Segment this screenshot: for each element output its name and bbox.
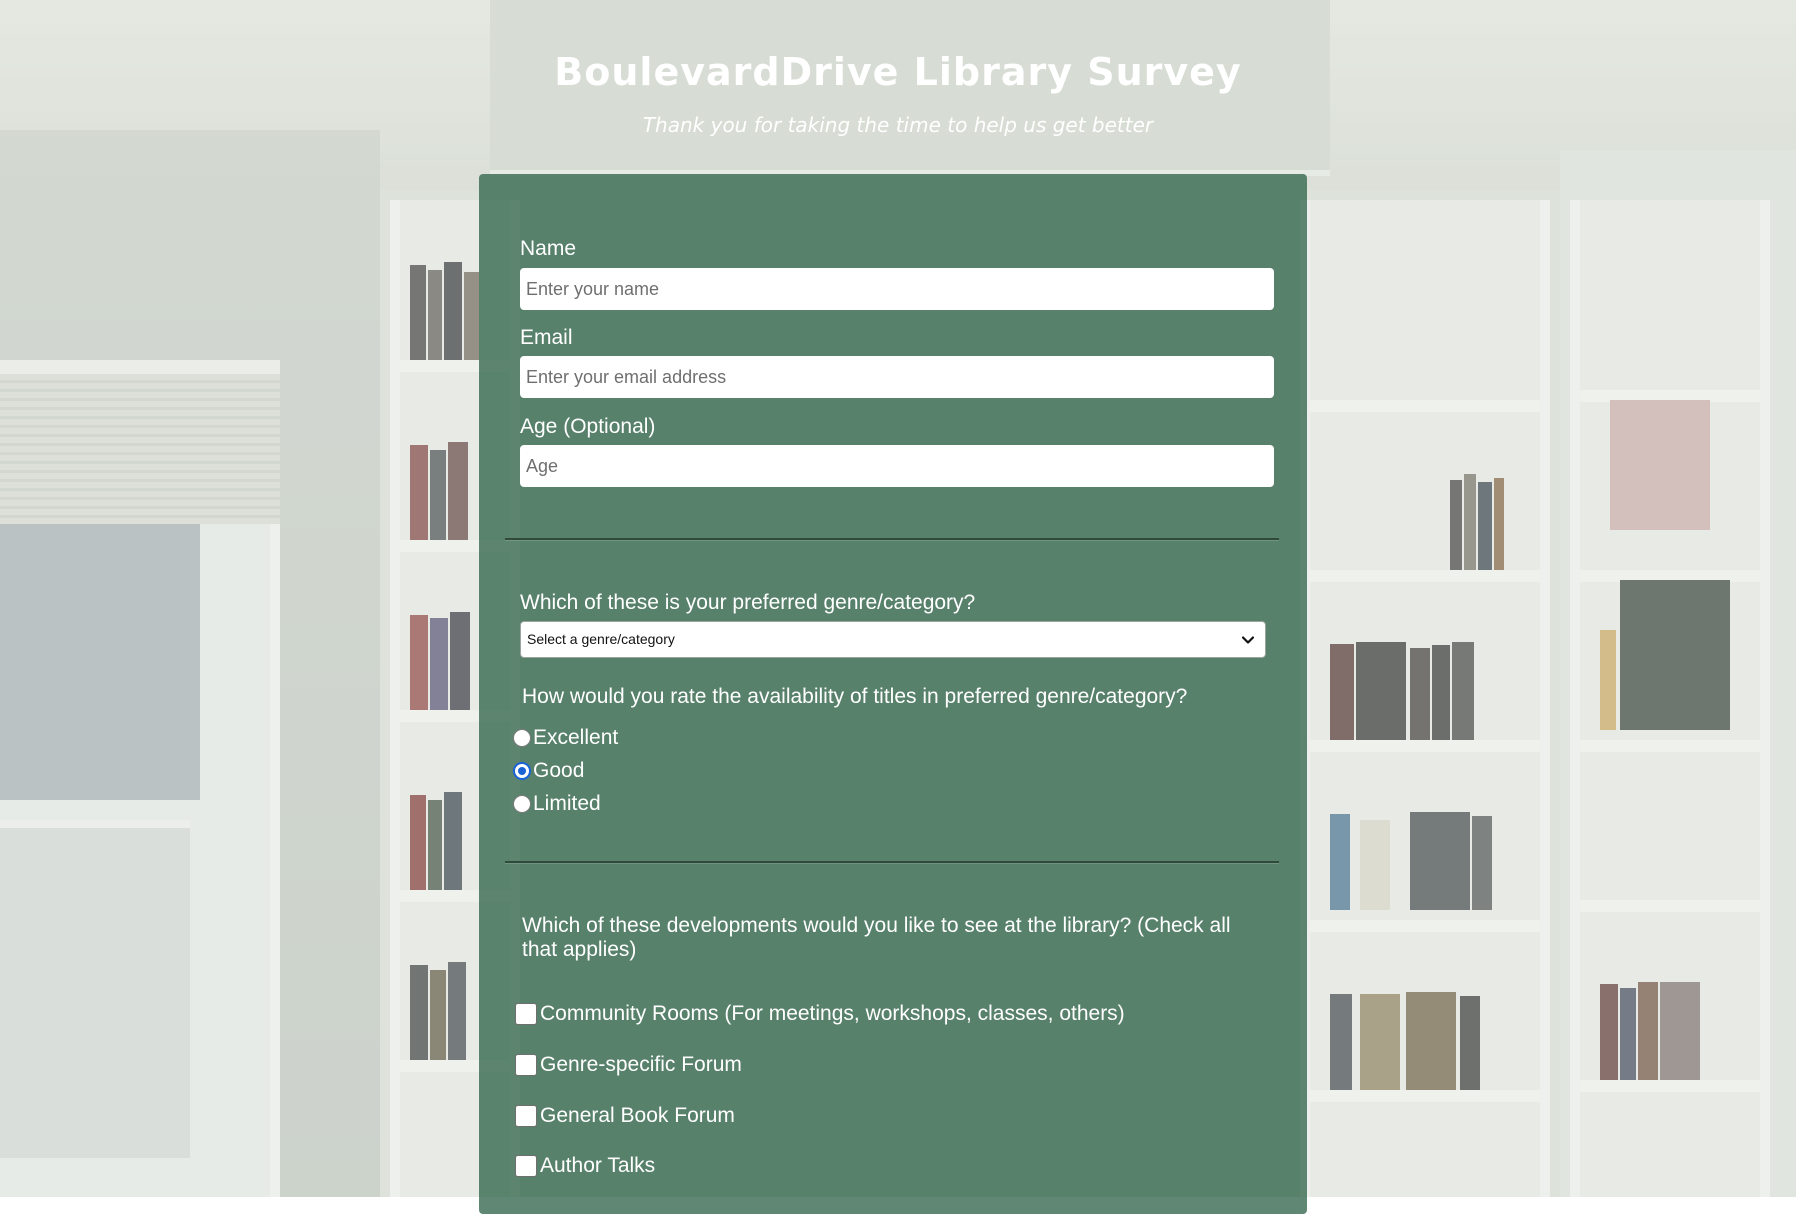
name-input[interactable] xyxy=(520,268,1274,310)
checkbox[interactable] xyxy=(515,1105,537,1127)
name-label: Name xyxy=(520,237,577,260)
survey-form: Name Email Age (Optional) Which of these… xyxy=(479,174,1307,1214)
radio-option-limited[interactable]: Limited xyxy=(513,790,601,818)
age-label: Age (Optional) xyxy=(520,415,656,438)
radio-option-excellent[interactable]: Excellent xyxy=(513,724,618,752)
checkbox[interactable] xyxy=(515,1054,537,1076)
age-input[interactable] xyxy=(520,445,1274,487)
radio-button[interactable] xyxy=(513,762,531,780)
email-input[interactable] xyxy=(520,356,1274,398)
checkbox-community-rooms[interactable]: Community Rooms (For meetings, workshops… xyxy=(515,1000,1125,1028)
chevron-down-icon xyxy=(1241,636,1255,644)
checkbox-author-talks[interactable]: Author Talks xyxy=(515,1152,655,1180)
developments-question: Which of these developments would you li… xyxy=(522,914,1231,961)
radio-option-good[interactable]: Good xyxy=(513,757,584,785)
email-label: Email xyxy=(520,326,573,349)
page-subtitle: Thank you for taking the time to help us… xyxy=(642,113,1154,137)
radio-label: Limited xyxy=(533,792,601,815)
availability-question: How would you rate the availability of t… xyxy=(522,685,1188,708)
section-divider xyxy=(505,861,1279,863)
genre-question: Which of these is your preferred genre/c… xyxy=(520,591,976,614)
checkbox-general-forum[interactable]: General Book Forum xyxy=(515,1102,735,1130)
genre-select[interactable]: Select a genre/category xyxy=(520,621,1266,658)
radio-button[interactable] xyxy=(513,729,531,747)
checkbox[interactable] xyxy=(515,1003,537,1025)
checkbox-label: Community Rooms (For meetings, workshops… xyxy=(540,1002,1125,1025)
checkbox-label: Author Talks xyxy=(540,1154,656,1177)
radio-button[interactable] xyxy=(513,795,531,813)
radio-label: Excellent xyxy=(533,726,619,749)
section-divider xyxy=(505,538,1279,540)
genre-select-value: Select a genre/category xyxy=(527,631,675,647)
checkbox-label: General Book Forum xyxy=(540,1104,735,1127)
page-title: BoulevardDrive Library Survey xyxy=(554,50,1242,94)
radio-label: Good xyxy=(533,759,585,782)
checkbox-label: Genre-specific Forum xyxy=(540,1053,742,1076)
checkbox-genre-forum[interactable]: Genre-specific Forum xyxy=(515,1051,742,1079)
checkbox[interactable] xyxy=(515,1155,537,1177)
